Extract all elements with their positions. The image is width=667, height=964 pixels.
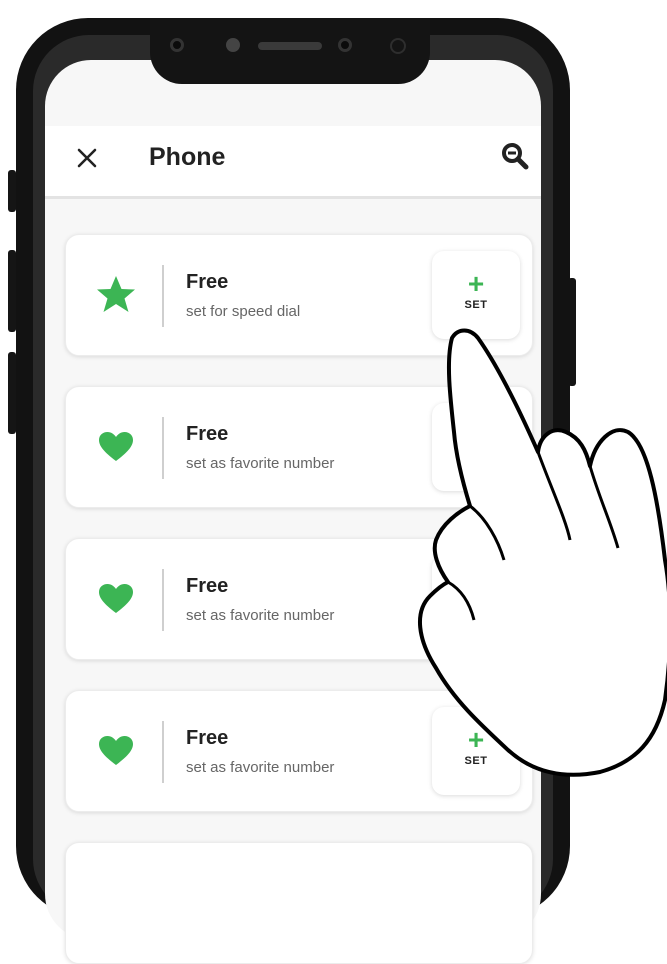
set-label: SET: [464, 299, 488, 311]
list-item[interactable]: [65, 842, 533, 964]
set-button[interactable]: + SET: [432, 555, 520, 643]
contact-slot-list: Free set for speed dial + SET Free set a…: [45, 198, 541, 964]
list-item[interactable]: Free set as favorite number + SET: [65, 538, 533, 660]
star-icon: [94, 273, 138, 317]
set-button[interactable]: + SET: [432, 707, 520, 795]
list-item[interactable]: Free set as favorite number + SET: [65, 386, 533, 508]
camera-dot: [226, 38, 240, 52]
divider: [162, 721, 164, 783]
set-label: SET: [464, 603, 488, 615]
heart-icon: [94, 577, 138, 621]
search-icon: [502, 143, 529, 170]
device-side-button: [8, 250, 16, 332]
camera-dot: [170, 38, 184, 52]
item-title: Free: [186, 423, 229, 445]
speaker-grille: [258, 42, 322, 50]
set-label: SET: [464, 451, 488, 463]
device-side-button: [8, 352, 16, 434]
plus-icon: +: [467, 420, 485, 451]
close-icon: [77, 148, 97, 168]
heart-icon: [94, 729, 138, 773]
item-subtitle: set as favorite number: [186, 759, 335, 776]
close-button[interactable]: [69, 140, 105, 176]
item-subtitle: set as favorite number: [186, 607, 335, 624]
set-button[interactable]: + SET: [432, 403, 520, 491]
item-subtitle: set as favorite number: [186, 455, 335, 472]
list-item[interactable]: Free set for speed dial + SET: [65, 234, 533, 356]
set-label: SET: [464, 755, 488, 767]
phone-notch: [150, 18, 430, 84]
divider: [162, 265, 164, 327]
divider: [162, 417, 164, 479]
camera-dot: [390, 38, 406, 54]
plus-icon: +: [467, 724, 485, 755]
heart-icon: [94, 425, 138, 469]
list-item[interactable]: Free set as favorite number + SET: [65, 690, 533, 812]
plus-icon: +: [467, 268, 485, 299]
item-title: Free: [186, 575, 229, 597]
item-title: Free: [186, 727, 229, 749]
set-button[interactable]: + SET: [432, 251, 520, 339]
camera-dot: [338, 38, 352, 52]
plus-icon: +: [467, 572, 485, 603]
item-title: Free: [186, 271, 229, 293]
page-title: Phone: [149, 143, 226, 171]
search-button[interactable]: [495, 136, 535, 176]
divider: [162, 569, 164, 631]
item-subtitle: set for speed dial: [186, 303, 301, 320]
device-side-button: [8, 170, 16, 212]
app-header: Phone: [45, 126, 541, 199]
